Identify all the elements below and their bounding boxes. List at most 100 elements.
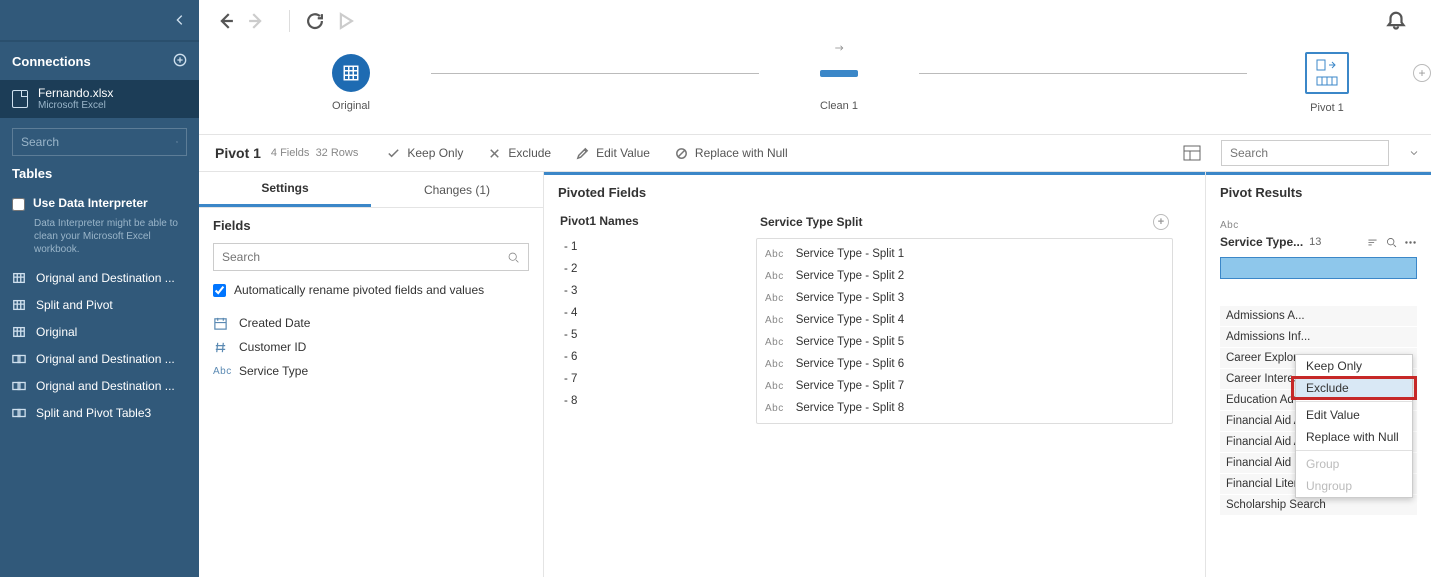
abc-icon: Abc <box>765 315 784 326</box>
add-step-button[interactable]: + <box>1413 64 1431 82</box>
forward-button[interactable] <box>245 10 267 32</box>
table-label: Split and Pivot Table3 <box>36 406 151 420</box>
connection-name: Fernando.xlsx <box>38 87 113 100</box>
layout-toggle[interactable] <box>1183 145 1201 161</box>
table-item[interactable]: Split and Pivot <box>0 291 199 318</box>
sort-icon[interactable] <box>1366 236 1379 249</box>
tables-label: Tables <box>0 156 199 190</box>
table-item[interactable]: Original <box>0 318 199 345</box>
sidebar-collapse[interactable] <box>0 0 199 42</box>
edit-value-button[interactable]: Edit Value <box>575 146 650 161</box>
more-icon[interactable] <box>1404 236 1417 249</box>
pivot-name-row[interactable]: - 1 <box>556 236 736 258</box>
pivot-name-row[interactable]: - 3 <box>556 280 736 302</box>
add-split-button[interactable]: + <box>1153 214 1169 230</box>
rows-count: 32 Rows <box>316 147 359 159</box>
step-title: Pivot 1 <box>215 145 261 161</box>
abc-icon: Abc <box>765 271 784 282</box>
pivot-names-head: Pivot1 Names <box>556 206 736 236</box>
pivot-split-row[interactable]: AbcService Type - Split 7 <box>757 375 1172 397</box>
flow-node-clean[interactable]: Clean 1 <box>759 54 919 112</box>
pivot-name-row[interactable]: - 4 <box>556 302 736 324</box>
split-label: Service Type - Split 7 <box>796 380 904 392</box>
auto-rename-checkbox[interactable] <box>213 284 226 297</box>
chevron-left-icon <box>173 13 187 27</box>
add-connection-button[interactable] <box>173 53 187 70</box>
ctx-edit-value[interactable]: Edit Value <box>1296 404 1412 426</box>
pivot-split-row[interactable]: AbcService Type - Split 1 <box>757 243 1172 265</box>
pivot-split-row[interactable]: AbcService Type - Split 3 <box>757 287 1172 309</box>
alerts-button[interactable] <box>1385 10 1407 32</box>
pivot-name-row[interactable]: - 6 <box>556 346 736 368</box>
table-item[interactable]: Orignal and Destination ... <box>0 345 199 372</box>
ctx-exclude[interactable]: Exclude <box>1296 377 1412 399</box>
table-icon <box>12 325 28 339</box>
tab-changes[interactable]: Changes (1) <box>371 172 543 207</box>
toolbar-search-input[interactable] <box>1230 146 1385 160</box>
split-label: Service Type - Split 4 <box>796 314 904 326</box>
auto-rename-label: Automatically rename pivoted fields and … <box>234 283 484 297</box>
search-icon[interactable] <box>1385 236 1398 249</box>
fields-head: Fields <box>199 208 543 243</box>
table-label: Original <box>36 325 77 339</box>
exclude-button[interactable]: Exclude <box>487 146 551 161</box>
table-item[interactable]: Orignal and Destination ... <box>0 264 199 291</box>
result-count: 13 <box>1309 236 1321 248</box>
flow-node-label: Pivot 1 <box>1310 102 1344 114</box>
type-indicator: Abc <box>1206 210 1431 231</box>
pivot-name-row[interactable]: - 7 <box>556 368 736 390</box>
results-head: Pivot Results <box>1206 172 1431 210</box>
ctx-replace-null[interactable]: Replace with Null <box>1296 426 1412 448</box>
field-type-icon: Abc <box>213 366 231 377</box>
fields-search-input[interactable] <box>222 250 507 264</box>
table-label: Orignal and Destination ... <box>36 379 175 393</box>
field-row[interactable]: AbcService Type <box>199 359 543 383</box>
connection-row[interactable]: Fernando.xlsx Microsoft Excel <box>0 80 199 118</box>
table-icon <box>12 379 28 393</box>
toolbar-search[interactable] <box>1221 140 1389 166</box>
pivoted-pane: Pivoted Fields Pivot1 Names - 1 - 2 - 3 … <box>543 172 1206 577</box>
null-icon <box>674 146 689 161</box>
search-icon <box>176 135 178 149</box>
tab-settings[interactable]: Settings <box>199 172 371 207</box>
interpreter-label: Use Data Interpreter <box>33 196 148 210</box>
pivot-split-row[interactable]: AbcService Type - Split 8 <box>757 397 1172 419</box>
pivot-name-row[interactable]: - 2 <box>556 258 736 280</box>
interpreter-checkbox[interactable] <box>12 198 25 211</box>
result-row[interactable]: Admissions A... <box>1220 306 1417 326</box>
sidebar-search-input[interactable] <box>21 135 176 149</box>
flow-node-original[interactable]: Original <box>271 54 431 112</box>
pivot-split-row[interactable]: AbcService Type - Split 5 <box>757 331 1172 353</box>
pivot-split-row[interactable]: AbcService Type - Split 6 <box>757 353 1172 375</box>
refresh-button[interactable] <box>304 10 326 32</box>
field-row[interactable]: Created Date <box>199 311 543 335</box>
pivot-name-row[interactable]: - 8 <box>556 390 736 412</box>
pivot-split-row[interactable]: Abc Service Type - Split 4 <box>757 309 1172 331</box>
result-row[interactable]: Scholarship Search <box>1220 495 1417 515</box>
abc-icon: Abc <box>765 293 784 304</box>
field-row[interactable]: Customer ID <box>199 335 543 359</box>
flow-node-pivot[interactable]: Pivot 1 <box>1247 52 1407 114</box>
replace-null-button[interactable]: Replace with Null <box>674 146 788 161</box>
sidebar-search[interactable] <box>12 128 187 156</box>
plus-circle-icon <box>173 53 187 67</box>
result-field-name: Service Type... <box>1220 235 1303 249</box>
expand-toggle[interactable] <box>1401 140 1427 166</box>
keep-only-button[interactable]: Keep Only <box>386 146 463 161</box>
result-row[interactable]: Admissions Inf... <box>1220 327 1417 347</box>
connections-label: Connections <box>12 54 91 69</box>
run-button[interactable] <box>334 10 356 32</box>
table-icon <box>12 406 28 420</box>
pivot-name-row[interactable]: - 5 <box>556 324 736 346</box>
table-item[interactable]: Split and Pivot Table3 <box>0 399 199 426</box>
abc-icon: Abc <box>765 359 784 370</box>
ctx-keep-only[interactable]: Keep Only <box>1296 355 1412 377</box>
table-item[interactable]: Orignal and Destination ... <box>0 372 199 399</box>
pivot-split-row[interactable]: AbcService Type - Split 2 <box>757 265 1172 287</box>
fields-search[interactable] <box>213 243 529 271</box>
field-label: Created Date <box>239 316 310 330</box>
result-row-selected[interactable] <box>1220 257 1417 279</box>
back-button[interactable] <box>215 10 237 32</box>
flow-canvas[interactable]: Original Clean 1 Pivot 1 <box>199 42 1431 134</box>
interpreter-hint: Data Interpreter might be able to clean … <box>0 217 199 256</box>
